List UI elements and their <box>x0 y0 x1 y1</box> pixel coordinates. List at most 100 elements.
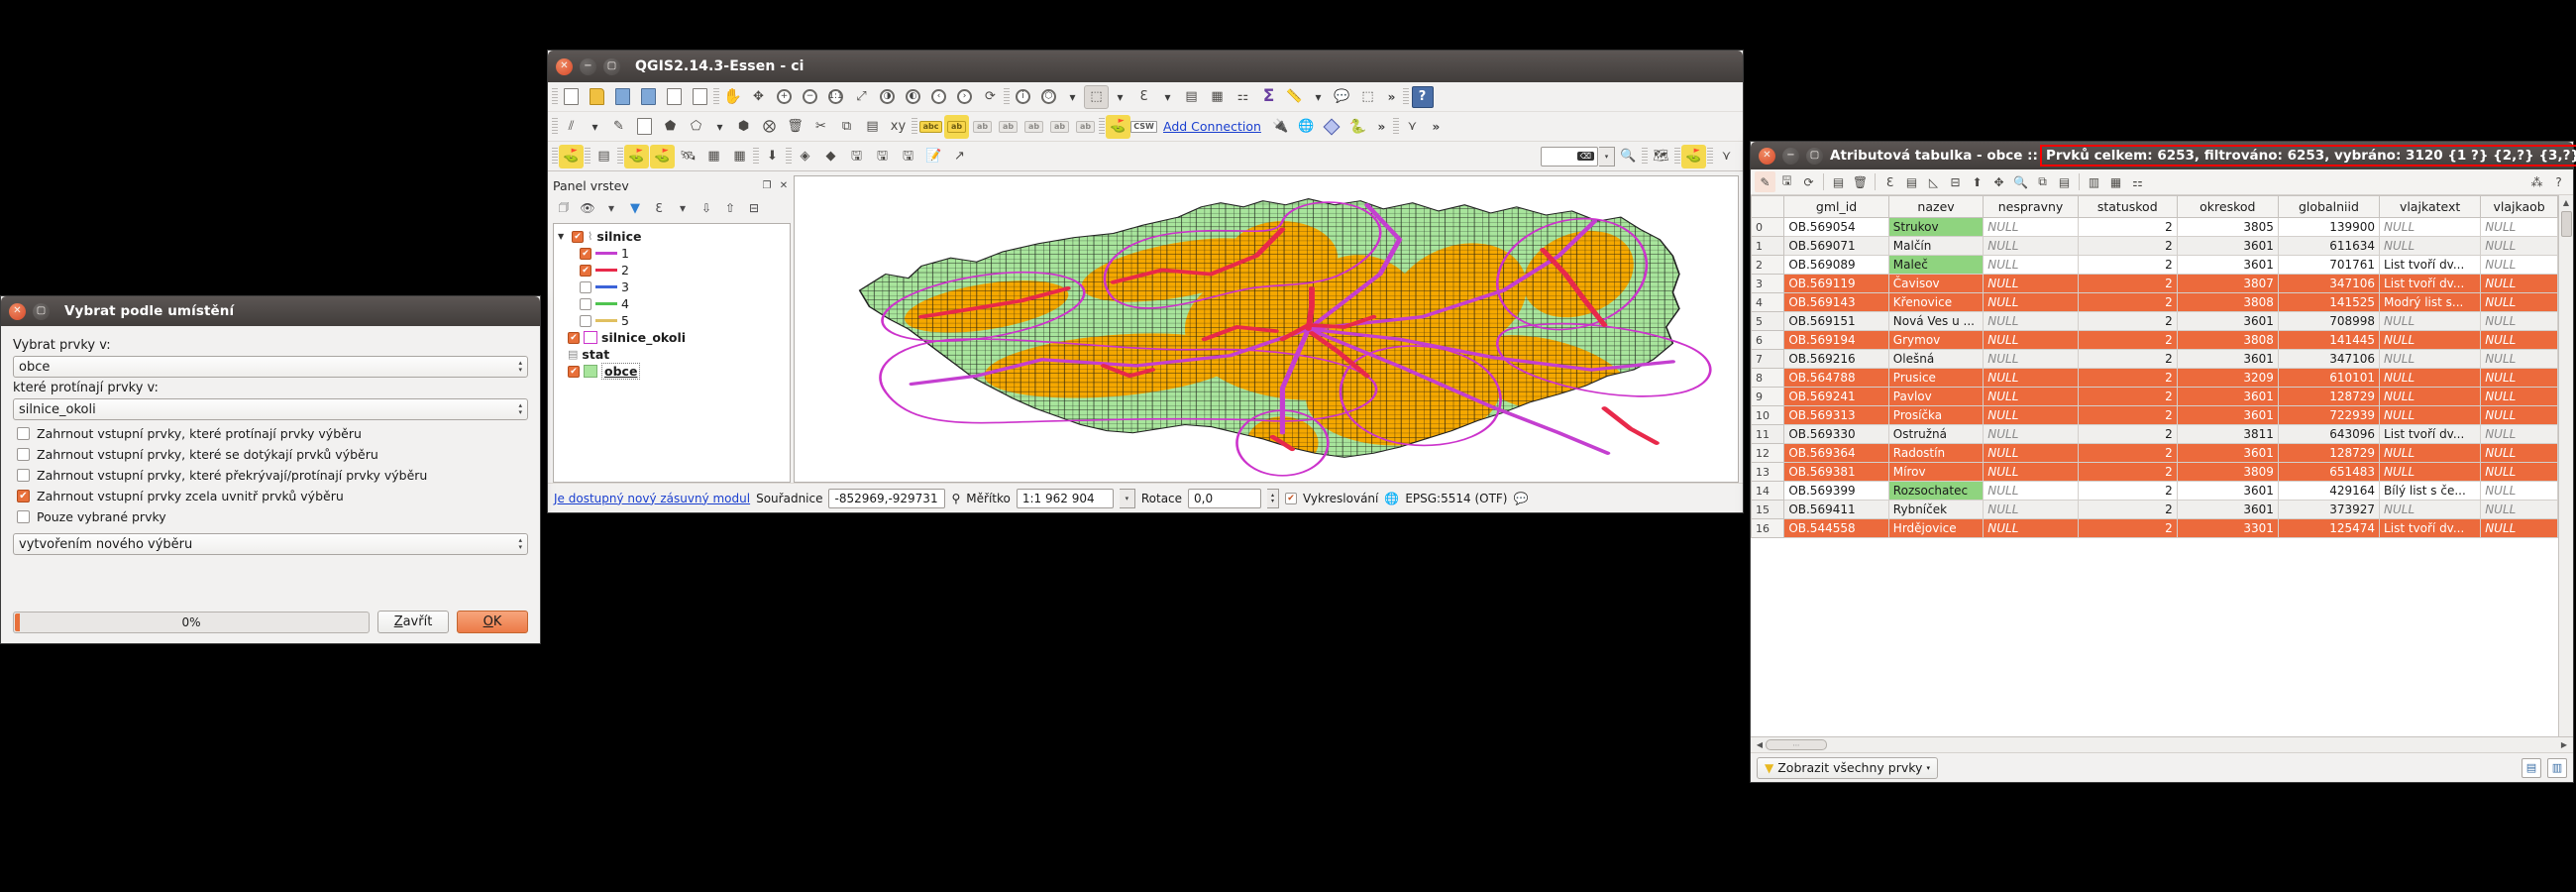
chevron-updown-icon[interactable]: ▴ ▾ <box>518 360 522 374</box>
cell-gml_id[interactable]: OB.569411 <box>1783 500 1889 519</box>
save-project-as-icon[interactable] <box>636 85 661 109</box>
open-project-icon[interactable] <box>585 85 609 109</box>
chevron-down-icon[interactable]: ▾ <box>1308 85 1329 109</box>
map-plugin-icon[interactable]: 🗺 <box>1649 145 1673 168</box>
coordinates-input[interactable]: -852969,-929731 <box>828 488 946 508</box>
cell-nazev[interactable]: Maleč <box>1887 255 1985 275</box>
plugin-notification-link[interactable]: Je dostupný nový zásuvný modul <box>554 492 750 505</box>
pan-to-selected-icon[interactable]: ✥ <box>1988 171 2009 192</box>
cell-nespravny[interactable]: NULL <box>1983 387 2079 406</box>
coordinate-capture-icon[interactable]: ⚲ <box>951 492 960 505</box>
checkbox-intersect[interactable]: Zahrnout vstupní prvky, které protínají … <box>17 426 528 441</box>
cell-statuskod[interactable]: 2 <box>2077 292 2178 312</box>
cell-nespravny[interactable]: NULL <box>1983 368 2079 388</box>
cell-globalniid[interactable]: 722939 <box>2277 405 2381 425</box>
row-number[interactable]: 16 <box>1751 518 1785 538</box>
chevron-double-right-icon[interactable]: » <box>1426 115 1447 139</box>
select-all-icon[interactable]: ▤ <box>1828 171 1849 192</box>
cell-vlajkaob[interactable]: NULL <box>2480 255 2558 275</box>
run-tool-icon[interactable]: ↗ <box>947 145 972 168</box>
minimize-icon[interactable]: − <box>580 57 596 75</box>
move-feature-icon[interactable]: ⬠ <box>684 115 708 139</box>
toolbar-grip[interactable] <box>552 147 558 166</box>
cell-gml_id[interactable]: OB.569330 <box>1783 424 1889 444</box>
cell-vlajkaob[interactable]: NULL <box>2480 481 2558 501</box>
layer-item-obce[interactable]: ✔ obce <box>556 363 788 380</box>
zoom-next-icon[interactable]: › <box>952 85 977 109</box>
table-row[interactable]: 6 OB.569194 Grymov NULL 2 3808 141445 NULL NULL <box>1751 330 2558 350</box>
legend-item-5[interactable]: 5 <box>556 312 788 329</box>
cell-globalniid[interactable]: 643096 <box>2277 424 2381 444</box>
new-raster-icon[interactable]: 🖫 <box>896 145 920 168</box>
row-number[interactable]: 15 <box>1751 500 1785 519</box>
cell-nazev[interactable]: Rybníček <box>1887 500 1985 519</box>
scale-dropdown-icon[interactable]: ▾ <box>1119 488 1135 508</box>
chevron-down-icon[interactable]: ▼ <box>558 232 568 241</box>
maximize-icon[interactable]: ▢ <box>603 57 620 75</box>
column-header-gml_id[interactable]: gml_id <box>1783 195 1889 218</box>
label-highlight-icon[interactable]: ab <box>944 114 969 139</box>
help-icon[interactable]: ? <box>2548 171 2569 192</box>
column-header-okreskod[interactable]: okreskod <box>2176 195 2279 218</box>
label-show-hide-icon[interactable]: ab <box>996 115 1020 139</box>
legend-item-4[interactable]: 4 <box>556 295 788 312</box>
add-wfs-layer-icon[interactable]: ▦ <box>727 145 752 168</box>
row-number[interactable]: 4 <box>1751 292 1785 312</box>
table-row[interactable]: 14 OB.569399 Rozsochatec NULL 2 3601 429164 Bíl… <box>1751 481 2558 501</box>
scroll-up-icon[interactable]: ▲ <box>2563 195 2569 209</box>
cell-nespravny[interactable]: NULL <box>1983 424 2079 444</box>
checkbox-box[interactable] <box>17 469 30 482</box>
search-icon[interactable]: 🔍 <box>1616 145 1641 168</box>
cell-statuskod[interactable]: 2 <box>2077 274 2178 293</box>
cell-nespravny[interactable]: NULL <box>1983 255 2079 275</box>
cell-nespravny[interactable]: NULL <box>1983 274 2079 293</box>
ok-button[interactable]: OK <box>457 611 528 633</box>
expression-filter-icon[interactable]: Ɛ <box>648 197 670 219</box>
legend-checkbox[interactable]: ✔ <box>580 264 591 277</box>
eye-visibility-icon[interactable]: 👁 <box>577 197 598 219</box>
map-tips-icon[interactable]: 💬 <box>1330 85 1354 109</box>
cell-nazev[interactable]: Čavisov <box>1887 274 1985 293</box>
cell-globalniid[interactable]: 651483 <box>2277 462 2381 482</box>
paste-features-icon[interactable]: ▤ <box>860 115 885 139</box>
column-header-vlajkaob[interactable]: vlajkaob <box>2480 195 2558 218</box>
cell-gml_id[interactable]: OB.569381 <box>1783 462 1889 482</box>
label-move-icon[interactable]: ab <box>1021 115 1046 139</box>
add-layer-plugin-icon[interactable]: ⛳ <box>1681 144 1706 168</box>
cell-nazev[interactable]: Křenovice <box>1887 292 1985 312</box>
cell-okreskod[interactable]: 3301 <box>2176 518 2279 538</box>
cell-globalniid[interactable]: 701761 <box>2277 255 2381 275</box>
delete-selected-icon[interactable]: 🗑 <box>1850 171 1871 192</box>
toggle-editing-icon[interactable]: ✎ <box>606 115 631 139</box>
cell-okreskod[interactable]: 3811 <box>2176 424 2279 444</box>
cell-okreskod[interactable]: 3601 <box>2176 311 2279 331</box>
cell-vlajkatext[interactable]: List tvoří dv... <box>2379 518 2482 538</box>
cell-nespravny[interactable]: NULL <box>1983 462 2079 482</box>
layer-item-silnice-okoli[interactable]: ✔ silnice_okoli <box>556 329 788 346</box>
cell-nazev[interactable]: Hrdějovice <box>1887 518 1985 538</box>
edit-layer-icon[interactable]: 📝 <box>921 145 946 168</box>
table-row[interactable]: 7 OB.569216 Olešná NULL 2 3601 347106 NULL NULL <box>1751 349 2558 369</box>
cell-nazev[interactable]: Ostružná <box>1887 424 1985 444</box>
cell-okreskod[interactable]: 3601 <box>2176 387 2279 406</box>
layer-item-silnice[interactable]: ▼ ✔ ⌇ silnice <box>556 228 788 245</box>
field-calculator-icon[interactable]: ⚏ <box>2127 171 2148 192</box>
checkbox-box[interactable]: ✔ <box>17 490 30 502</box>
cell-nespravny[interactable]: NULL <box>1983 330 2079 350</box>
row-number[interactable]: 1 <box>1751 236 1785 256</box>
cell-vlajkaob[interactable]: NULL <box>2480 462 2558 482</box>
cut-features-icon[interactable]: ✂ <box>808 115 833 139</box>
cell-globalniid[interactable]: 429164 <box>2277 481 2381 501</box>
toolbar-grip[interactable] <box>1004 87 1010 106</box>
legend-checkbox[interactable] <box>580 297 591 310</box>
table-row[interactable]: 8 OB.564788 Prusice NULL 2 3209 610101 NULL NULL <box>1751 368 2558 388</box>
cell-gml_id[interactable]: OB.569151 <box>1783 311 1889 331</box>
table-row[interactable]: 12 OB.569364 Radostín NULL 2 3601 128729 NULL NU… <box>1751 443 2558 463</box>
toolbar-grip[interactable] <box>1642 147 1648 166</box>
cell-statuskod[interactable]: 2 <box>2077 443 2178 463</box>
toolbar-grip[interactable] <box>786 147 792 166</box>
legend-item-2[interactable]: ✔ 2 <box>556 262 788 279</box>
cell-okreskod[interactable]: 3601 <box>2176 443 2279 463</box>
table-row[interactable]: 3 OB.569119 Čavisov NULL 2 3807 347106 List tvo… <box>1751 274 2558 293</box>
cell-okreskod[interactable]: 3805 <box>2176 217 2279 237</box>
